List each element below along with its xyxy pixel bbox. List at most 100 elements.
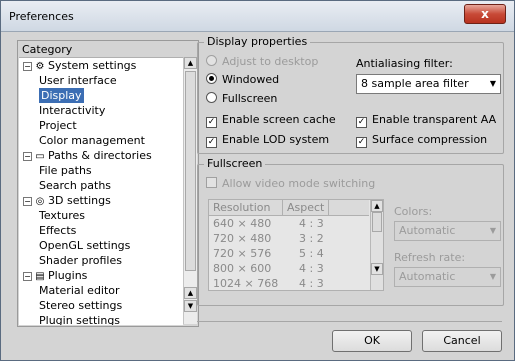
surface-compression-checkbox[interactable]: ✓ Surface compression (356, 133, 487, 148)
allow-video-mode-switching-label: Allow video mode switching (222, 177, 376, 190)
tree-item[interactable]: Plugin settings (19, 313, 183, 325)
col-resolution[interactable]: Resolution (209, 200, 283, 215)
tree-item[interactable]: OpenGL settings (19, 238, 183, 253)
radio-icon (206, 55, 217, 66)
colors-dropdown[interactable]: Automatic ▼ (394, 221, 501, 241)
resolution-table[interactable]: Resolution Aspect 640 × 480 4 : 3 720 × 48… (208, 199, 384, 291)
antialiasing-label: Antialiasing filter: (356, 57, 453, 70)
scroll-down-arrow-icon[interactable]: ▼ (371, 263, 383, 275)
tree-item-label: Shader profiles (39, 254, 122, 267)
scroll-thumb[interactable] (185, 71, 196, 271)
windowed-radio[interactable]: Windowed (206, 73, 279, 87)
windowed-label: Windowed (222, 73, 280, 86)
chevron-down-icon: ▼ (489, 226, 496, 235)
checkbox-checked-icon: ✓ (206, 137, 217, 148)
aspect-cell: 4 : 3 (299, 217, 324, 230)
tree-group-item[interactable]: − ▭ Paths & directories (19, 148, 183, 163)
enable-lod-system-label: Enable LOD system (222, 133, 330, 146)
tree-item[interactable]: Search paths (19, 178, 183, 193)
tree-item-label: Effects (39, 224, 77, 237)
tree-item-label: System settings (48, 59, 137, 72)
aspect-cell: 4 : 3 (299, 262, 324, 275)
tree-group-item[interactable]: − ◎ 3D settings (19, 193, 183, 208)
ok-button[interactable]: OK (332, 330, 412, 352)
tree-item[interactable]: Project (19, 118, 183, 133)
table-row[interactable]: 800 × 600 4 : 3 (209, 261, 369, 276)
category-tree: − ⚙ System settings User interface Display In… (19, 57, 183, 325)
aspect-cell: 5 : 4 (299, 247, 324, 260)
tree-item-label: File paths (39, 164, 92, 177)
radio-icon (206, 92, 217, 103)
display-properties-title: Display properties (204, 35, 311, 48)
cancel-button[interactable]: Cancel (422, 330, 502, 352)
table-row[interactable]: 720 × 480 3 : 2 (209, 231, 369, 246)
antialiasing-dropdown[interactable]: 8 sample area filter ▼ (356, 74, 501, 94)
table-scroll-thumb[interactable] (372, 212, 382, 232)
category-panel: Category − ⚙ System settings User interface… (17, 40, 199, 327)
category-icon: ▭ (35, 151, 45, 162)
tree-item-label: Textures (39, 209, 85, 222)
col-aspect[interactable]: Aspect (283, 200, 329, 215)
tree-item-label: Material editor (39, 284, 120, 297)
collapse-icon[interactable]: − (23, 61, 32, 71)
tree-group-item[interactable]: − ⚙ System settings (19, 58, 183, 73)
preferences-window: Preferences x Category − ⚙ System settings… (0, 0, 515, 361)
resolution-cell: 800 × 600 (213, 262, 272, 275)
scroll-up-arrow-icon[interactable]: ▲ (371, 200, 383, 212)
tree-item[interactable]: Interactivity (19, 103, 183, 118)
refresh-rate-dropdown[interactable]: Automatic ▼ (394, 267, 501, 287)
collapse-icon[interactable]: − (23, 271, 32, 281)
colors-label: Colors: (394, 205, 433, 218)
table-scrollbar[interactable]: ▲ ▼ (370, 200, 383, 290)
resolution-cell: 720 × 576 (213, 247, 272, 260)
checkbox-checked-icon: ✓ (206, 117, 217, 128)
refresh-rate-value: Automatic (399, 270, 456, 283)
category-icon: ▤ (35, 271, 45, 282)
adjust-to-desktop-label: Adjust to desktop (222, 55, 319, 68)
checkbox-icon (206, 177, 217, 188)
collapse-icon[interactable]: − (23, 151, 32, 161)
tree-group-item[interactable]: − ▤ Plugins (19, 268, 183, 283)
fullscreen-group: Fullscreen Allow video mode switching Re… (197, 157, 504, 306)
category-title: Category (22, 43, 73, 56)
tree-item[interactable]: Material editor (19, 283, 183, 298)
tree-item-label: Plugins (48, 269, 88, 282)
checkbox-checked-icon: ✓ (356, 137, 367, 148)
aspect-cell: 3 : 2 (299, 232, 324, 245)
window-title: Preferences (9, 10, 74, 23)
title-bar[interactable]: Preferences x (1, 1, 514, 32)
enable-screen-cache-checkbox[interactable]: ✓ Enable screen cache (206, 113, 336, 128)
enable-lod-system-checkbox[interactable]: ✓ Enable LOD system (206, 133, 329, 148)
table-row[interactable]: 640 × 480 4 : 3 (209, 216, 369, 231)
tree-item[interactable]: Shader profiles (19, 253, 183, 268)
tree-item-label: Display (39, 88, 84, 103)
tree-item[interactable]: Stereo settings (19, 298, 183, 313)
allow-video-mode-switching-checkbox[interactable]: Allow video mode switching (206, 177, 375, 191)
adjust-to-desktop-radio[interactable]: Adjust to desktop (206, 55, 318, 69)
tree-item[interactable]: User interface (19, 73, 183, 88)
surface-compression-label: Surface compression (372, 133, 488, 146)
table-row[interactable]: 1024 × 768 4 : 3 (209, 276, 369, 290)
refresh-rate-label: Refresh rate: (394, 251, 466, 264)
aspect-cell: 4 : 3 (299, 277, 324, 290)
antialiasing-value: 8 sample area filter (361, 77, 469, 90)
tree-item[interactable]: File paths (19, 163, 183, 178)
tree-item[interactable]: Textures (19, 208, 183, 223)
category-scrollbar[interactable]: ▲ ▲ ▼ (183, 57, 197, 324)
scroll-up-arrow-icon[interactable]: ▲ (184, 287, 197, 299)
tree-item-label: Stereo settings (39, 299, 123, 312)
table-row[interactable]: 720 × 576 5 : 4 (209, 246, 369, 261)
fullscreen-radio[interactable]: Fullscreen (206, 92, 277, 106)
close-button[interactable]: x (464, 4, 506, 24)
scroll-down-arrow-icon[interactable]: ▼ (184, 300, 197, 312)
resolution-cell: 640 × 480 (213, 217, 272, 230)
scroll-up-arrow-icon[interactable]: ▲ (184, 57, 197, 69)
collapse-icon[interactable]: − (23, 196, 32, 206)
tree-item[interactable]: Effects (19, 223, 183, 238)
tree-item-label: Search paths (39, 179, 112, 192)
separator-line (197, 321, 502, 322)
tree-item[interactable]: Color management (19, 133, 183, 148)
table-header: Resolution Aspect (209, 200, 369, 216)
enable-transparent-aa-checkbox[interactable]: ✓ Enable transparent AA (356, 113, 496, 128)
tree-item[interactable]: Display (19, 88, 183, 103)
